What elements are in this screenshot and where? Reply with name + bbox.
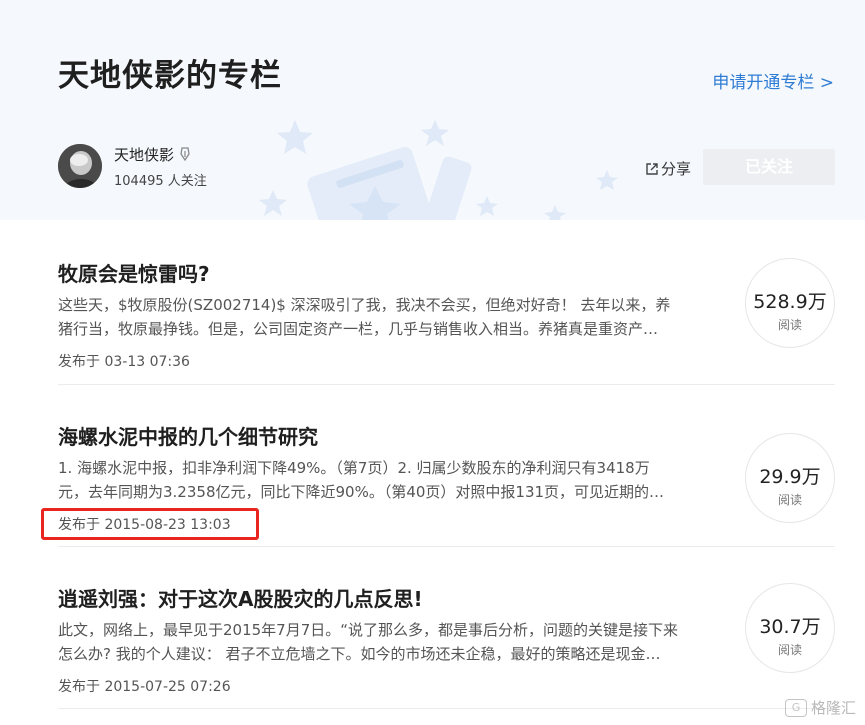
- read-count-badge: 528.9万 阅读: [745, 258, 835, 348]
- read-count: 528.9万: [753, 291, 827, 313]
- author-name[interactable]: 天地侠影: [114, 144, 174, 165]
- apply-column-link[interactable]: 申请开通专栏 >: [712, 68, 834, 93]
- read-label: 阅读: [777, 643, 802, 657]
- column-title: 天地侠影的专栏: [58, 58, 282, 94]
- article-title[interactable]: 海螺水泥中报的几个细节研究: [58, 421, 318, 450]
- watermark-logo-icon: G: [785, 698, 807, 717]
- share-label: 分享: [661, 160, 692, 178]
- article-title[interactable]: 逍遥刘强：对于这次A股股灾的几点反思!: [58, 583, 423, 612]
- read-count: 29.9万: [759, 466, 821, 488]
- watermark: G 格隆汇: [785, 697, 856, 718]
- divider: [58, 708, 835, 709]
- watermark-text: 格隆汇: [811, 699, 857, 717]
- article-summary: 此文，网络上，最早见于2015年7月7日。“说了那么多，都是事后分析，问题的关键…: [58, 621, 679, 663]
- article-title[interactable]: 牧原会是惊雷吗?: [58, 258, 210, 287]
- avatar[interactable]: [58, 144, 102, 188]
- article-summary: 这些天，$牧原股份(SZ002714)$ 深深吸引了我，我决不会买，但绝对好奇！…: [58, 296, 671, 338]
- follow-button[interactable]: 已关注: [703, 149, 835, 185]
- divider: [58, 546, 835, 547]
- article-item[interactable]: 逍遥刘强：对于这次A股股灾的几点反思! 此文，网络上，最早见于2015年7月7日…: [58, 583, 835, 703]
- article-summary: 1. 海螺水泥中报，扣非净利润下降49%。（第7页）2. 归属少数股东的净利润只…: [58, 459, 665, 501]
- follower-count: 104495 人关注: [114, 173, 207, 189]
- divider: [58, 384, 835, 385]
- publish-time: 发布于 03-13 07:36: [58, 354, 190, 370]
- article-item[interactable]: 牧原会是惊雷吗? 这些天，$牧原股份(SZ002714)$ 深深吸引了我，我决不…: [58, 258, 835, 378]
- column-header: 天地侠影的专栏 申请开通专栏 > 天地侠影 104495 人关注 分享 已关注: [0, 0, 865, 220]
- publish-time: 发布于 2015-07-25 07:26: [58, 679, 231, 695]
- share-icon: [646, 162, 658, 175]
- read-label: 阅读: [777, 318, 802, 332]
- highlight-annotation: [41, 508, 259, 540]
- read-count-badge: 29.9万 阅读: [745, 433, 835, 523]
- decorative-stars-illustration: [259, 120, 618, 220]
- author-block: 天地侠影 104495 人关注: [58, 143, 207, 189]
- read-count: 30.7万: [759, 616, 821, 638]
- read-label: 阅读: [777, 493, 802, 507]
- read-count-badge: 30.7万 阅读: [745, 583, 835, 673]
- share-button[interactable]: 分享: [645, 158, 691, 179]
- pen-badge-icon: [179, 147, 191, 162]
